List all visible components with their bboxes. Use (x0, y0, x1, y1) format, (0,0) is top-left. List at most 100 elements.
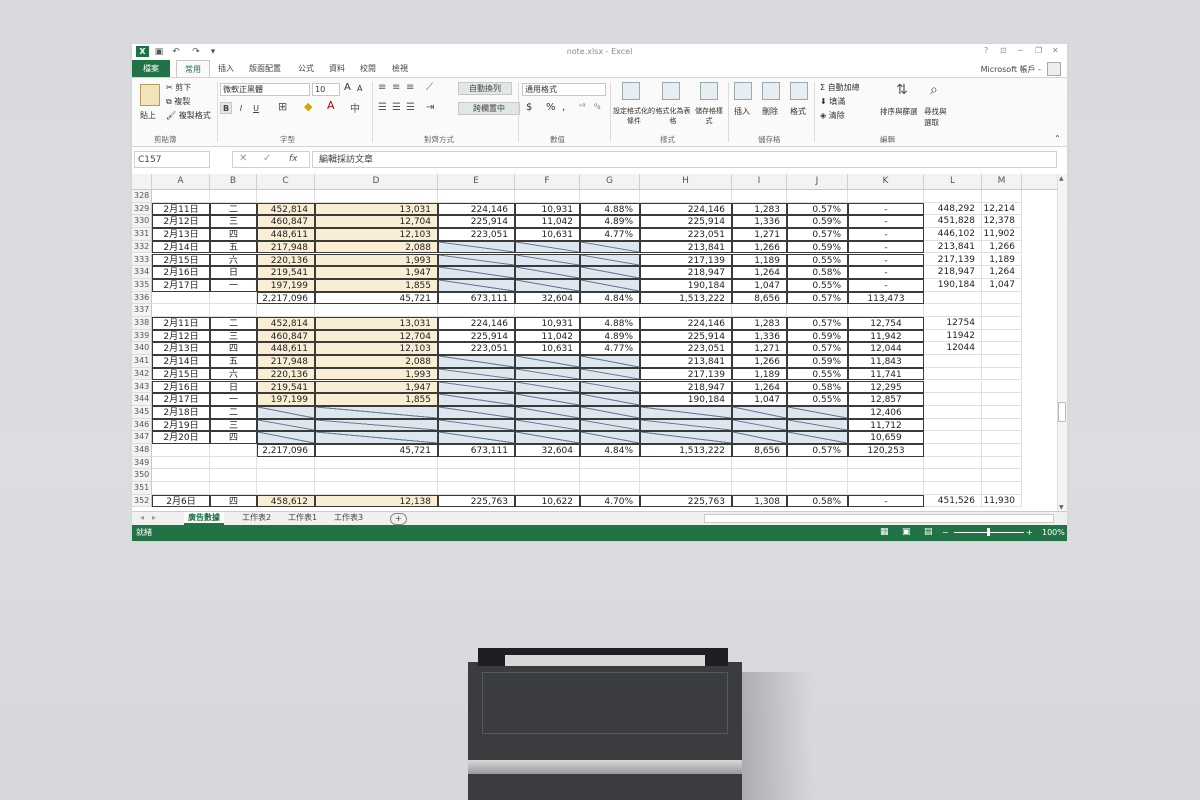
tab-file[interactable]: 檔案 (132, 60, 170, 77)
align-right-icon[interactable]: ☰ (406, 102, 415, 113)
font-size-select[interactable]: 10 (312, 83, 340, 96)
cell-a331[interactable]: 2月13日 (152, 228, 210, 241)
cell-c347[interactable] (257, 431, 315, 444)
cell-k344[interactable]: 12,857 (848, 393, 924, 406)
cell-l351[interactable] (924, 482, 982, 495)
cell-a341[interactable]: 2月14日 (152, 355, 210, 368)
cell-j345[interactable] (787, 405, 848, 419)
page-layout-view-icon[interactable]: ▣ (902, 525, 911, 540)
cell-d347[interactable] (315, 431, 438, 444)
add-sheet-button[interactable]: + (390, 513, 407, 525)
find-select-button[interactable]: 尋找與選取 (924, 106, 950, 128)
align-left-icon[interactable]: ☰ (378, 102, 387, 113)
cell-c342[interactable]: 220,136 (257, 367, 315, 381)
cell-l330[interactable]: 451,828 (924, 215, 982, 229)
binoculars-icon[interactable]: ⌕ (930, 82, 938, 98)
cell-i344[interactable]: 1,047 (732, 393, 787, 406)
border-icon[interactable]: ⊞ (278, 100, 287, 113)
cell-e350[interactable] (438, 469, 515, 483)
cell-j334[interactable]: 0.58% (787, 266, 848, 279)
cell-a337[interactable] (152, 304, 210, 317)
increase-decimal-icon[interactable]: ⁺⁰ (578, 102, 585, 111)
align-bottom-icon[interactable]: ≡ (406, 82, 414, 93)
align-center-icon[interactable]: ☰ (392, 102, 401, 113)
fill-button[interactable]: ⬇ 填滿 (820, 96, 845, 107)
cell-l347[interactable] (924, 431, 982, 444)
cell-e341[interactable] (438, 355, 515, 368)
sheet-tab-1[interactable]: 工作表1 (284, 512, 321, 525)
cell-d328[interactable] (315, 190, 438, 203)
cell-f340[interactable]: 10,631 (515, 342, 580, 356)
cell-styles-button[interactable]: 儲存格樣式 (694, 106, 724, 126)
cell-m339[interactable] (982, 329, 1022, 343)
cell-d333[interactable]: 1,993 (315, 253, 438, 267)
cell-c348[interactable]: 2,217,096 (257, 444, 315, 457)
row-header[interactable]: 352 (132, 494, 152, 508)
cell-j352[interactable]: 0.58% (787, 494, 848, 508)
cell-i330[interactable]: 1,336 (732, 215, 787, 229)
cell-i331[interactable]: 1,271 (732, 228, 787, 241)
cell-h329[interactable]: 224,146 (640, 202, 732, 216)
cell-a350[interactable] (152, 469, 210, 483)
cell-g340[interactable]: 4.77% (580, 342, 640, 356)
cell-g337[interactable] (580, 304, 640, 317)
cell-a351[interactable] (152, 482, 210, 495)
cell-a349[interactable] (152, 456, 210, 470)
tab-view[interactable]: 檢視 (392, 63, 408, 74)
cell-l352[interactable]: 451,526 (924, 494, 982, 508)
cell-j341[interactable]: 0.59% (787, 355, 848, 368)
wrap-text-button[interactable]: 自動換列 (458, 82, 512, 95)
select-all-corner[interactable] (132, 174, 152, 190)
cell-e333[interactable] (438, 253, 515, 267)
cell-l328[interactable] (924, 190, 982, 203)
font-color-icon[interactable]: A (327, 99, 335, 112)
cell-l339[interactable]: 11942 (924, 329, 982, 343)
row-header[interactable]: 338 (132, 317, 152, 330)
cell-g331[interactable]: 4.77% (580, 228, 640, 241)
cell-h343[interactable]: 218,947 (640, 380, 732, 394)
cell-d342[interactable]: 1,993 (315, 367, 438, 381)
cell-i333[interactable]: 1,189 (732, 253, 787, 267)
row-header[interactable]: 339 (132, 329, 152, 343)
cell-c352[interactable]: 458,612 (257, 494, 315, 508)
cell-c333[interactable]: 220,136 (257, 253, 315, 267)
cell-h351[interactable] (640, 482, 732, 495)
cell-j347[interactable] (787, 431, 848, 444)
cell-b346[interactable]: 三 (210, 418, 257, 432)
cell-h348[interactable]: 1,513,222 (640, 444, 732, 457)
cell-l349[interactable] (924, 456, 982, 470)
cell-m330[interactable]: 12,378 (982, 215, 1022, 229)
cell-e342[interactable] (438, 367, 515, 381)
cell-g343[interactable] (580, 380, 640, 394)
cell-a328[interactable] (152, 190, 210, 203)
cell-g346[interactable] (580, 418, 640, 432)
column-header-f[interactable]: F (515, 174, 580, 190)
cell-m337[interactable] (982, 304, 1022, 317)
cell-a342[interactable]: 2月15日 (152, 367, 210, 381)
insert-button[interactable]: 插入 (734, 106, 750, 117)
cell-k339[interactable]: 11,942 (848, 329, 924, 343)
cell-b337[interactable] (210, 304, 257, 317)
copy-button[interactable]: ⧉ 複製 (166, 96, 190, 107)
cell-m348[interactable] (982, 444, 1022, 457)
cell-l345[interactable] (924, 405, 982, 419)
cell-e344[interactable] (438, 393, 515, 406)
cell-g339[interactable]: 4.89% (580, 329, 640, 343)
cell-e340[interactable]: 223,051 (438, 342, 515, 356)
autosum-button[interactable]: Σ 自動加總 (820, 82, 860, 93)
column-header-g[interactable]: G (580, 174, 640, 190)
shrink-font-button[interactable]: A (357, 84, 362, 93)
cell-m347[interactable] (982, 431, 1022, 444)
cell-b344[interactable]: 一 (210, 393, 257, 406)
cell-b336[interactable] (210, 291, 257, 305)
cell-i347[interactable] (732, 431, 787, 444)
format-as-table-button[interactable]: 格式化為表格 (654, 106, 692, 126)
cell-g342[interactable] (580, 367, 640, 381)
cell-l342[interactable] (924, 367, 982, 381)
cell-j342[interactable]: 0.55% (787, 367, 848, 381)
tab-data[interactable]: 資料 (329, 63, 345, 74)
cell-f348[interactable]: 32,604 (515, 444, 580, 457)
cell-a334[interactable]: 2月16日 (152, 266, 210, 279)
cell-f344[interactable] (515, 393, 580, 406)
cell-b334[interactable]: 日 (210, 266, 257, 279)
